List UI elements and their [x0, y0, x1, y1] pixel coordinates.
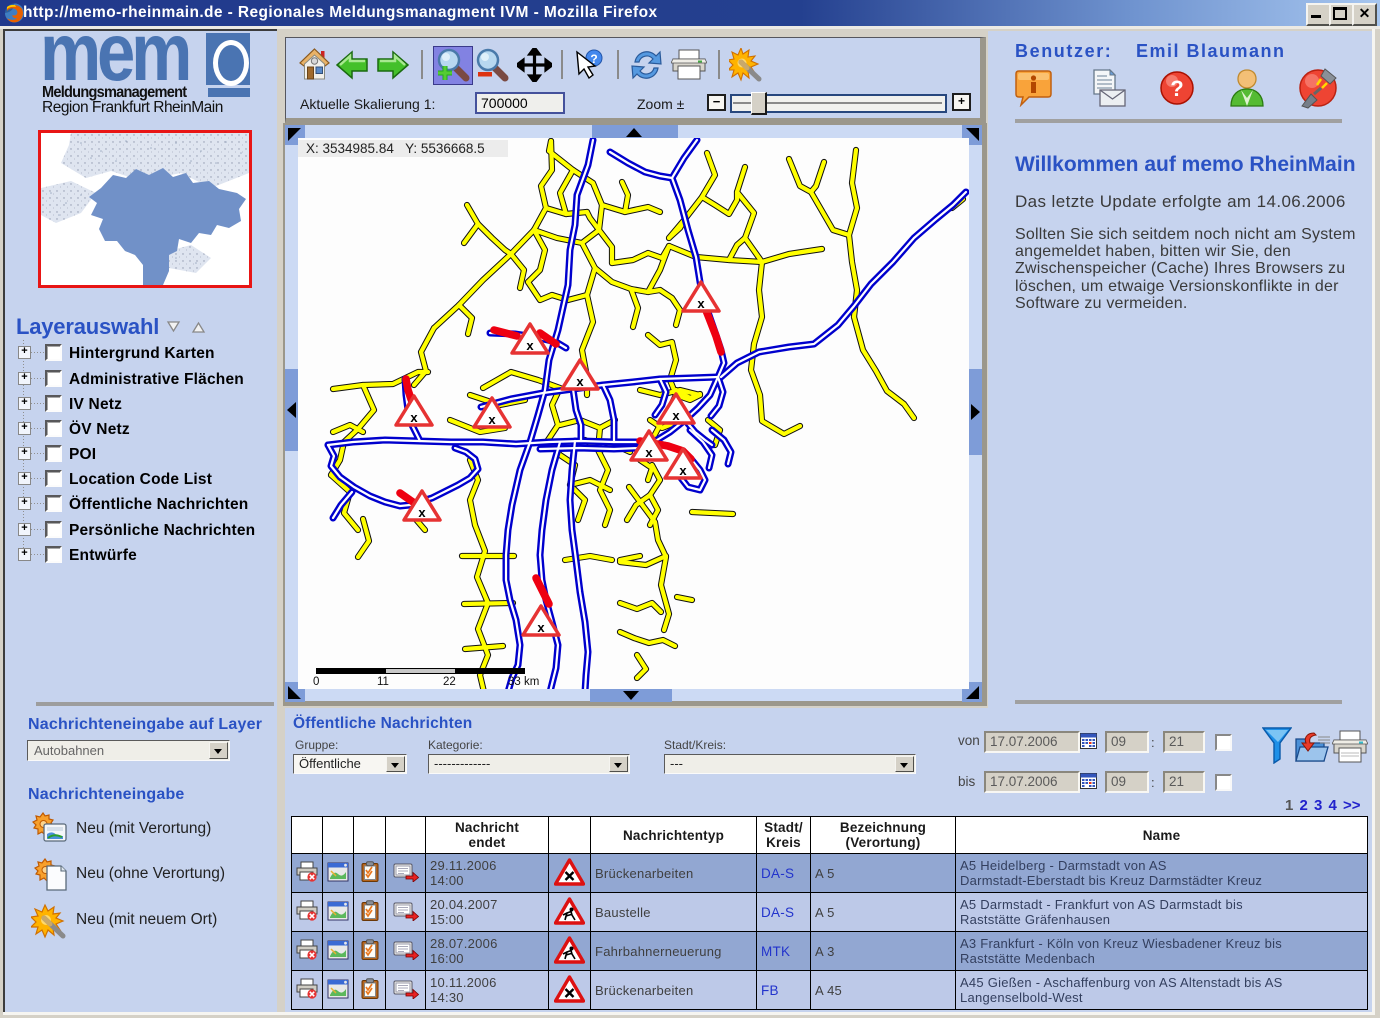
- svg-text:?: ?: [1170, 76, 1183, 101]
- svg-text:x: x: [488, 412, 496, 427]
- svg-text:x: x: [537, 620, 545, 635]
- svg-text:x: x: [672, 408, 680, 423]
- svg-text:x: x: [679, 463, 687, 478]
- svg-text:x: x: [418, 505, 426, 520]
- svg-text:x: x: [410, 410, 418, 425]
- svg-text:x: x: [645, 445, 653, 460]
- svg-text:x: x: [697, 296, 705, 311]
- svg-text:x: x: [576, 374, 584, 389]
- svg-text:x: x: [526, 338, 534, 353]
